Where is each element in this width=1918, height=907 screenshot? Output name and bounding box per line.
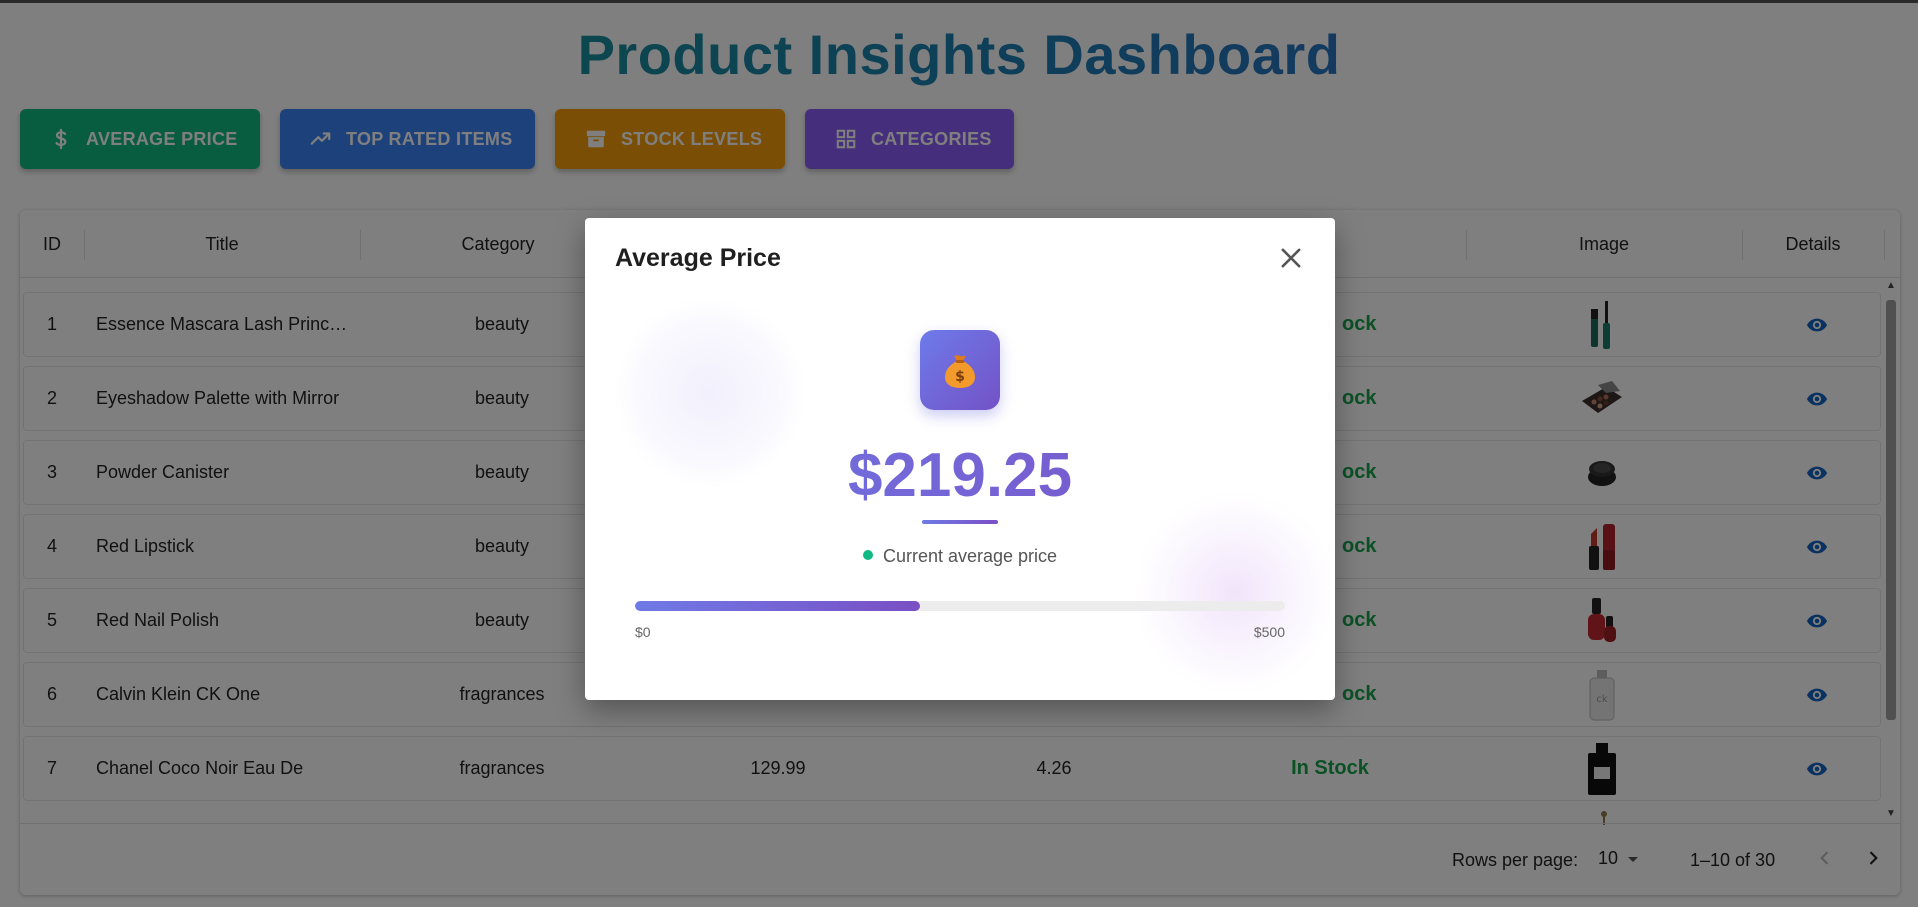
- price-underline: [922, 520, 998, 524]
- average-price-value: $219.25: [585, 440, 1335, 511]
- money-bag-icon: $: [945, 355, 975, 388]
- range-max-label: $500: [1253, 624, 1285, 640]
- money-bag-icon-tile: $: [920, 330, 1000, 410]
- status-dot: [862, 550, 873, 561]
- price-progress-bar: [635, 601, 1285, 611]
- price-caption: Current average price: [585, 546, 1335, 567]
- price-progress-fill: [635, 601, 921, 611]
- decorative-blob: [1140, 488, 1330, 698]
- svg-text:$: $: [955, 369, 965, 385]
- close-button[interactable]: [1277, 244, 1305, 272]
- range-min-label: $0: [635, 624, 651, 640]
- close-icon: [1281, 248, 1301, 268]
- average-price-dialog: Average Price $ $219.25 Current average …: [585, 218, 1335, 700]
- dialog-title: Average Price: [615, 244, 781, 272]
- caption-text: Current average price: [882, 546, 1058, 566]
